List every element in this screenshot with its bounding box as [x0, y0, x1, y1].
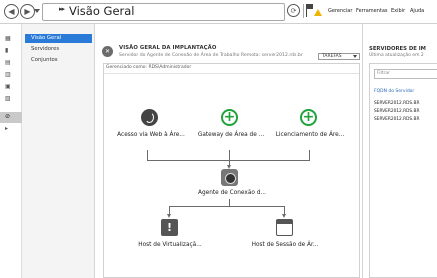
file-services-icon[interactable]: ▥: [5, 72, 13, 78]
dashboard-icon[interactable]: ▦: [5, 36, 13, 42]
menu-help[interactable]: Ajuda: [410, 8, 424, 14]
tasks-label: TAREFAS: [322, 54, 342, 59]
forward-icon[interactable]: ▶: [20, 4, 35, 19]
node-label-session-host[interactable]: Host de Sessão de Ár...: [245, 242, 325, 248]
page-title: Visão Geral: [69, 4, 135, 18]
breadcrumb: ▸▸ Visão Geral: [42, 3, 285, 21]
connector-line: [169, 206, 284, 207]
all-servers-icon[interactable]: ▤: [5, 60, 13, 66]
breadcrumb-arrows-icon: ▸▸: [59, 5, 65, 13]
toolbar-divider: [303, 4, 304, 18]
deployment-overview-icon: ✕: [102, 46, 113, 57]
connection-broker-icon[interactable]: [221, 169, 238, 186]
connector-arrow: [167, 214, 171, 218]
section-subtitle: Servidor do Agente de Conexão de Área de…: [119, 53, 303, 58]
menu-manage[interactable]: Gerenciar: [328, 8, 352, 14]
node-label-gateway[interactable]: Gateway de Área de ...: [192, 132, 270, 138]
deployment-diagram: Gerenciado como: RDS\Administrador Acess…: [103, 63, 360, 278]
table-row[interactable]: SERVER2012.RDS.BR: [374, 101, 419, 106]
refresh-icon[interactable]: ⟳: [287, 4, 300, 17]
node-label-licensing[interactable]: Licenciamento de Áre...: [270, 132, 350, 138]
tasks-dropdown[interactable]: TAREFAS: [318, 53, 360, 60]
chevron-down-icon: [353, 55, 357, 58]
connector-line: [147, 150, 148, 160]
server-group-icon[interactable]: ▧: [5, 96, 13, 102]
top-bar: ◀ ▶ ▸▸ Visão Geral ⟳ Gerenciar Ferrament…: [0, 0, 437, 24]
divider: [104, 73, 359, 74]
nav-item-overview[interactable]: Visão Geral: [25, 34, 92, 43]
connector-line: [229, 199, 230, 206]
node-label-virtualization-host[interactable]: Host de Virtualizaçã...: [131, 242, 209, 248]
connector-line: [309, 150, 310, 160]
main-content: ✕ VISÃO GERAL DA IMPLANTAÇÃO Servidor do…: [96, 24, 361, 278]
connector-line: [229, 150, 230, 160]
add-licensing-plus-icon[interactable]: +: [300, 109, 317, 126]
nav-item-servers[interactable]: Servidores: [25, 45, 92, 54]
virtualization-host-icon[interactable]: !: [161, 219, 178, 236]
web-access-globe-icon[interactable]: [141, 109, 158, 126]
history-dropdown-icon[interactable]: [34, 9, 40, 13]
navigation-panel: Visão Geral Servidores Conjuntos: [22, 24, 95, 278]
servers-panel-title: SERVIDORES DE IM: [369, 46, 426, 52]
managed-as-label: Gerenciado como: RDS\Administrador: [106, 65, 192, 70]
notifications-flag-icon[interactable]: [306, 4, 314, 17]
servers-panel-subtitle: Última atualização em 2: [369, 53, 424, 58]
servers-list: Filtrar FQDN do Servidor SERVER2012.RDS.…: [369, 63, 437, 278]
iis-icon[interactable]: ▣: [5, 84, 13, 90]
column-header-fqdn[interactable]: FQDN do Servidor: [374, 89, 414, 94]
table-row[interactable]: SERVER2012.RDS.BR: [374, 117, 419, 122]
filter-input[interactable]: Filtrar: [374, 69, 437, 79]
nav-item-collections[interactable]: Conjuntos: [25, 56, 92, 65]
session-host-icon[interactable]: [276, 219, 293, 236]
section-title: VISÃO GERAL DA IMPLANTAÇÃO: [119, 45, 217, 51]
table-row[interactable]: SERVER2012.RDS.BR: [374, 109, 419, 114]
left-icon-rail: ▦ ▮ ▤ ▥ ▣ ▧ ⊘ ▸: [0, 24, 22, 278]
node-label-connection-broker[interactable]: Agente de Conexão d...: [192, 190, 272, 196]
connector-arrow: [282, 214, 286, 218]
menu-view[interactable]: Exibir: [391, 8, 405, 14]
remote-desktop-icon[interactable]: ⊘: [5, 114, 13, 120]
menu-tools[interactable]: Ferramentas: [356, 8, 388, 14]
local-server-icon[interactable]: ▮: [5, 48, 13, 54]
warning-icon: [314, 9, 322, 16]
node-label-web-access[interactable]: Acesso via Web à Áre...: [112, 132, 190, 138]
add-gateway-plus-icon[interactable]: +: [221, 109, 238, 126]
back-icon[interactable]: ◀: [4, 4, 19, 19]
roles-expand-icon[interactable]: ▸: [5, 126, 13, 132]
servers-panel: SERVIDORES DE IM Última atualização em 2…: [362, 24, 437, 278]
